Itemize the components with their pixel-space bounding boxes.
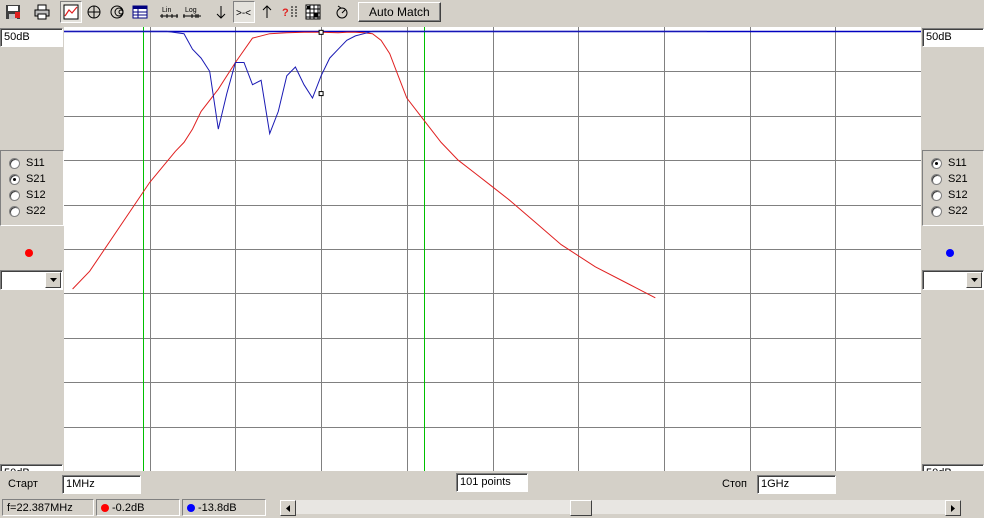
left-radio-s21[interactable]: S21 — [1, 171, 63, 187]
save-icon[interactable] — [2, 1, 24, 23]
points-field[interactable]: 101 points — [456, 473, 528, 492]
red-trace-marker-icon — [25, 249, 33, 257]
svg-text:Log: Log — [185, 7, 197, 14]
print-icon[interactable] — [31, 1, 53, 23]
status-bar: f=22.387MHz -0.2dB -13.8dB — [0, 497, 984, 518]
scroll-thumb[interactable] — [570, 500, 592, 516]
scroll-left-icon[interactable] — [280, 500, 296, 516]
table-icon[interactable] — [129, 1, 151, 23]
frequency-readout: f=22.387MHz — [2, 499, 94, 516]
plot-area[interactable] — [64, 27, 921, 471]
chevron-down-icon[interactable] — [45, 272, 61, 288]
left-panel: 50dB S11 S21 S12 S22 50dB — [0, 24, 64, 472]
radio-icon — [9, 157, 20, 169]
stop-label: Стоп — [722, 478, 747, 490]
chart-icon[interactable] — [60, 1, 82, 23]
radio-label: S22 — [26, 205, 46, 217]
radio-icon — [931, 189, 942, 201]
left-radio-s11[interactable]: S11 — [1, 155, 63, 171]
radio-label: S21 — [948, 173, 968, 185]
marker-s11 — [318, 91, 324, 97]
stop-frequency-field[interactable]: 1GHz — [757, 475, 836, 494]
marker-down-icon[interactable] — [210, 1, 232, 23]
radio-icon — [9, 189, 20, 201]
svg-text:?: ? — [282, 7, 289, 19]
right-radio-s12[interactable]: S12 — [923, 187, 983, 203]
frequency-value: f=22.387MHz — [7, 501, 73, 514]
radio-label: S22 — [948, 205, 968, 217]
series-s21-line — [72, 31, 656, 299]
smith-icon[interactable] — [106, 1, 128, 23]
red-value: -0.2dB — [112, 501, 145, 514]
left-radio-s12[interactable]: S12 — [1, 187, 63, 203]
toolbar: Lin Log >-< ? Auto Match — [0, 0, 984, 24]
radio-label: S21 — [26, 173, 46, 185]
marker-center-icon[interactable]: >-< — [233, 1, 255, 23]
blue-value: -13.8dB — [198, 501, 237, 514]
radio-label: S11 — [26, 157, 45, 169]
blue-trace-marker-icon — [946, 249, 954, 257]
radio-label: S12 — [948, 189, 968, 201]
left-scale-top-field[interactable]: 50dB — [0, 28, 63, 47]
right-radio-s22[interactable]: S22 — [923, 203, 983, 219]
marker-up-icon[interactable] — [256, 1, 278, 23]
svg-text:Lin: Lin — [162, 7, 171, 14]
start-label: Старт — [8, 478, 38, 490]
polar-icon[interactable] — [83, 1, 105, 23]
radio-checked-icon — [931, 157, 942, 169]
response-chart[interactable] — [64, 27, 921, 471]
radio-label: S12 — [26, 189, 46, 201]
right-panel: 50dB S11 S21 S12 S22 50dB — [920, 24, 984, 472]
svg-text:>-<: >-< — [236, 8, 251, 19]
radio-checked-icon — [9, 173, 20, 185]
log-icon[interactable]: Log — [181, 1, 203, 23]
right-radio-s11[interactable]: S11 — [923, 155, 983, 171]
right-trace-select[interactable] — [922, 270, 984, 290]
blue-readout: -13.8dB — [182, 499, 266, 516]
left-param-group: S11 S21 S12 S22 — [0, 150, 64, 226]
right-param-group: S11 S21 S12 S22 — [922, 150, 984, 226]
chevron-down-icon[interactable] — [966, 272, 982, 288]
start-frequency-field[interactable]: 1MHz — [62, 475, 141, 494]
auto-match-button[interactable]: Auto Match — [358, 2, 441, 22]
measure-icon[interactable] — [331, 1, 353, 23]
red-dot-icon — [101, 503, 109, 512]
radio-label: S11 — [948, 157, 967, 169]
left-trace-select[interactable] — [0, 270, 63, 290]
right-radio-s21[interactable]: S21 — [923, 171, 983, 187]
red-readout: -0.2dB — [96, 499, 180, 516]
sweep-row: Старт 1MHz 101 points Стоп 1GHz — [0, 471, 984, 497]
help-marker-icon[interactable]: ? — [279, 1, 301, 23]
radio-icon — [931, 205, 942, 217]
blue-dot-icon — [187, 503, 195, 512]
lin-icon[interactable]: Lin — [158, 1, 180, 23]
marker-s21 — [318, 29, 324, 35]
scroll-right-icon[interactable] — [945, 500, 961, 516]
radio-icon — [9, 205, 20, 217]
frequency-scrollbar[interactable] — [279, 499, 962, 516]
left-radio-s22[interactable]: S22 — [1, 203, 63, 219]
radio-icon — [931, 173, 942, 185]
grid-icon[interactable] — [302, 1, 324, 23]
right-scale-top-field[interactable]: 50dB — [922, 28, 984, 47]
